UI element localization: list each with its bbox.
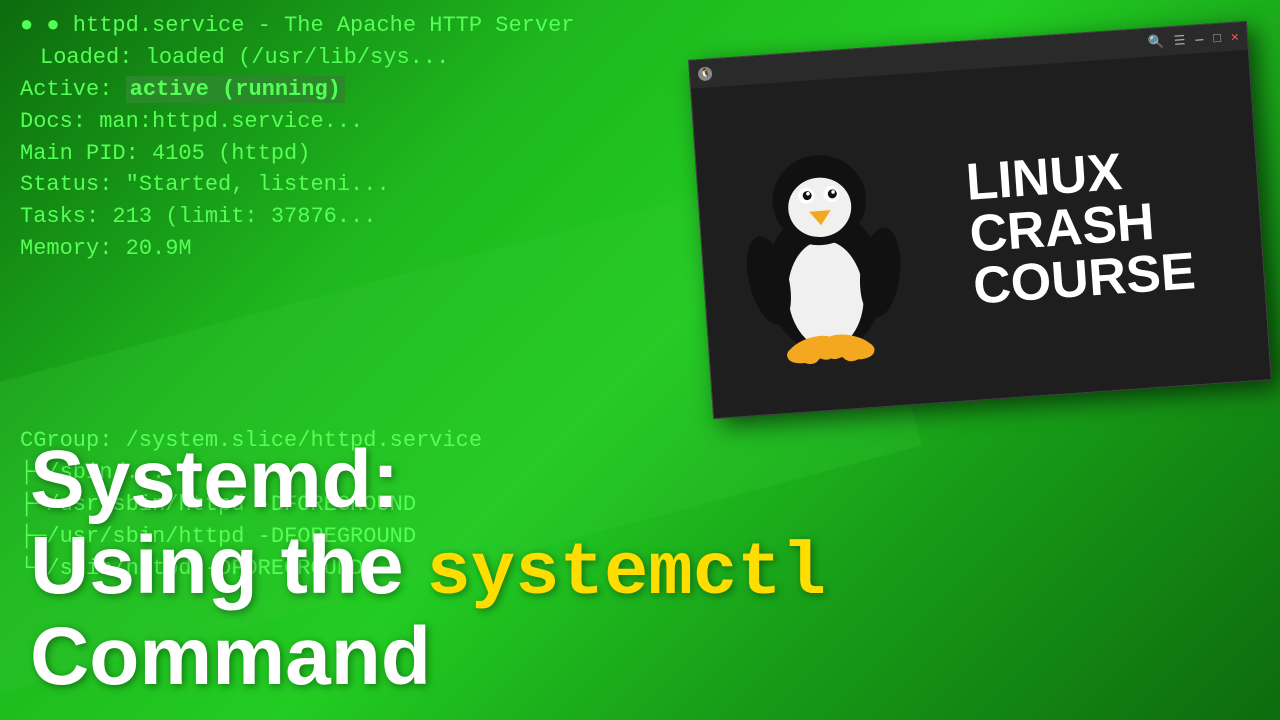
tux-penguin-area <box>714 118 930 371</box>
window-controls: 🐧 <box>698 66 713 81</box>
overlay-text: Systemd: Using the systemctl Command <box>30 437 826 700</box>
search-icon[interactable]: 🔍 <box>1147 34 1164 50</box>
lcc-body: LINUX CRASH COURSE <box>691 50 1271 418</box>
maximize-icon[interactable]: □ <box>1213 30 1222 46</box>
overlay-title-line1: Systemd: <box>30 437 826 523</box>
minimize-icon[interactable]: — <box>1195 32 1204 48</box>
overlay-title-line2: Using the systemctl <box>30 523 826 614</box>
lcc-panel: 🐧 🔍 ☰ — □ ✕ <box>688 21 1272 419</box>
window-actions: 🔍 ☰ — □ ✕ <box>1147 29 1239 50</box>
tux-logo-icon: 🐧 <box>698 66 713 81</box>
close-icon[interactable]: ✕ <box>1230 29 1239 45</box>
lcc-title-text: LINUX CRASH COURSE <box>964 141 1197 312</box>
tux-icon <box>724 119 920 371</box>
menu-icon[interactable]: ☰ <box>1173 33 1186 49</box>
overlay-title-line3: Command <box>30 614 826 700</box>
lcc-title-area: LINUX CRASH COURSE <box>917 138 1245 316</box>
